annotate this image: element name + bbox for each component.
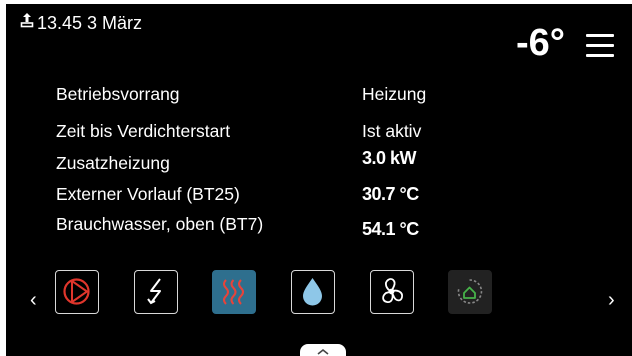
info-value-hot-water-top: 54.1 °C — [362, 219, 419, 239]
info-label-external-flow: Externer Vorlauf (BT25) — [56, 184, 240, 204]
info-value-external-flow: 30.7 °C — [362, 184, 419, 204]
tile-electric-heater[interactable] — [134, 270, 178, 314]
tile-ventilation[interactable] — [370, 270, 414, 314]
heating-icon — [223, 279, 244, 305]
electric-heater-icon — [147, 278, 161, 305]
house-cycle-icon — [457, 279, 483, 304]
info-label-hot-water-top: Brauchwasser, oben (BT7) — [56, 214, 264, 234]
compressor-icon — [63, 278, 90, 305]
tile-hot-water[interactable] — [291, 270, 335, 314]
date-time: 13.45 3 März — [37, 13, 143, 33]
hot-water-icon — [303, 278, 322, 306]
chevron-left-icon[interactable]: ‹ — [30, 289, 37, 312]
pull-up-tab[interactable] — [300, 344, 346, 356]
info-value-additional-heat: 3.0 kW — [362, 148, 417, 168]
tile-compressor[interactable] — [55, 270, 99, 314]
outdoor-temperature: -6° — [516, 22, 565, 64]
info-value-operation-priority: Heizung — [362, 84, 427, 104]
tile-heating[interactable] — [212, 270, 256, 314]
upload-icon — [20, 13, 34, 28]
info-label-additional-heat: Zusatzheizung — [56, 153, 170, 173]
display-screen: 13.45 3 März -6° Betriebsvorrang Heizung… — [6, 4, 632, 356]
info-label-compressor-start: Zeit bis Verdichterstart — [56, 121, 231, 141]
tile-house-cycle[interactable] — [448, 270, 492, 314]
chevron-right-icon[interactable]: › — [608, 289, 615, 312]
fan-icon — [382, 278, 403, 303]
info-value-compressor-start: Ist aktiv — [362, 121, 422, 141]
hamburger-menu-icon[interactable] — [586, 34, 614, 60]
info-label-operation-priority: Betriebsvorrang — [56, 84, 180, 104]
chevron-up-icon — [317, 348, 329, 355]
